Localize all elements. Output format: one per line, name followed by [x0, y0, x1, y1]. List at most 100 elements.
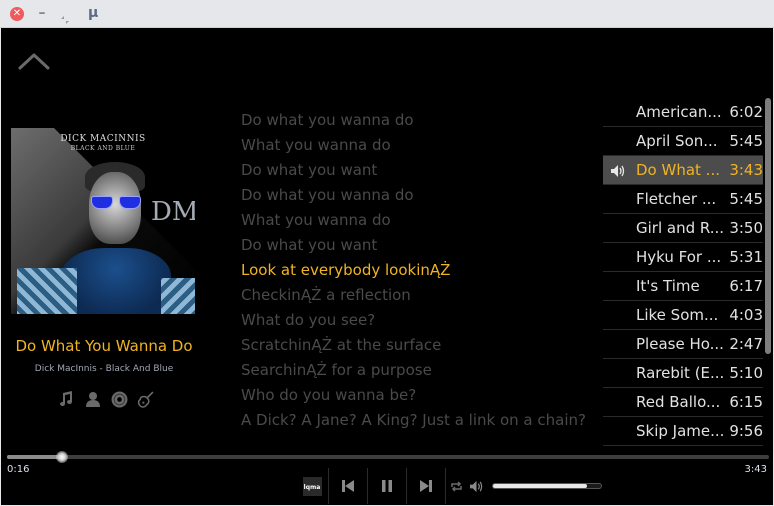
- track-duration: 9:56: [729, 422, 763, 440]
- playlist-item[interactable]: Girl and R... 3:50: [603, 214, 763, 243]
- playlist-item[interactable]: April Son... 5:45: [603, 127, 763, 156]
- lyric-line-current: Look at everybody lookinĄŻ: [241, 261, 451, 279]
- volume-slider[interactable]: [492, 483, 602, 489]
- playlist-item[interactable]: Rarebit (E... 5:10: [603, 359, 763, 388]
- playlist-scrollbar[interactable]: [765, 98, 771, 354]
- previous-button[interactable]: [329, 468, 367, 504]
- pause-button[interactable]: [368, 468, 406, 504]
- collapse-up-icon[interactable]: [17, 50, 51, 72]
- lyric-line: Do what you wanna do: [241, 186, 414, 204]
- lyric-line: What do you see?: [241, 311, 376, 329]
- track-title: Like Som...: [636, 306, 719, 324]
- volume-icon: [469, 480, 482, 492]
- track-title: It's Time: [636, 277, 700, 295]
- track-title: American...: [636, 103, 722, 121]
- album-cover[interactable]: DM DICK MACINNIS BLACK AND BLUE: [11, 128, 195, 314]
- cover-logo: DM: [151, 197, 195, 227]
- track-title: Hyku For ...: [636, 248, 722, 266]
- guitar-icon: [138, 390, 155, 408]
- total-time: 3:43: [744, 464, 767, 475]
- music-player: DM DICK MACINNIS BLACK AND BLUE Do What …: [1, 28, 773, 505]
- track-duration: 2:47: [729, 335, 763, 353]
- playlist-item[interactable]: Like Som... 4:03: [603, 301, 763, 330]
- now-playing-artist-album: Dick MacInnis - Black And Blue: [34, 364, 174, 374]
- track-title: April Son...: [636, 132, 718, 150]
- lyric-line: SearchinĄŻ for a purpose: [241, 361, 432, 379]
- next-icon: [420, 480, 432, 492]
- artist-icon: [85, 392, 100, 407]
- artist-button[interactable]: [83, 389, 103, 409]
- playlist-item[interactable]: American... 6:02: [603, 98, 763, 127]
- close-icon: ✕: [12, 8, 22, 19]
- track-duration: 4:03: [729, 306, 763, 324]
- track-duration: 5:31: [729, 248, 763, 266]
- album-button[interactable]: [109, 389, 129, 409]
- seek-handle[interactable]: [55, 451, 68, 463]
- track-duration: 6:02: [729, 103, 763, 121]
- volume-level: [493, 484, 587, 488]
- playlist-item[interactable]: It's Time 6:17: [603, 272, 763, 301]
- speaker-icon: [611, 165, 625, 177]
- maximize-button[interactable]: [61, 9, 69, 24]
- track-duration: 6:15: [729, 393, 763, 411]
- window-titlebar: ✕ – μ: [0, 0, 774, 28]
- info-icons: [56, 388, 156, 410]
- lyric-line: And when you think this thinking drives …: [241, 433, 601, 438]
- minimize-icon: –: [38, 5, 46, 21]
- track-title: Girl and R...: [636, 219, 725, 237]
- track-duration: 3:50: [729, 219, 763, 237]
- lyric-line: Who do you wanna be?: [241, 386, 417, 404]
- seek-bar[interactable]: [7, 451, 769, 463]
- lyric-line: CheckinĄŻ a reflection: [241, 286, 411, 304]
- playlist-item[interactable]: Skip Jame... 9:56: [603, 417, 763, 446]
- album-disc-icon: [111, 391, 128, 407]
- track-duration: 5:45: [729, 132, 763, 150]
- seek-progress: [7, 455, 62, 459]
- track-title: Skip Jame...: [636, 422, 725, 440]
- lyric-line: What you wanna do: [241, 211, 391, 229]
- cover-album-text: BLACK AND BLUE: [70, 145, 136, 152]
- elapsed-time: 0:16: [7, 464, 30, 475]
- track-duration: 6:17: [729, 277, 763, 295]
- now-playing-title: Do What You Wanna Do: [15, 337, 193, 355]
- playlist-item[interactable]: Fletcher ... 5:45: [603, 185, 763, 214]
- window-title: μ: [88, 5, 99, 21]
- playlist: American... 6:02 April Son... 5:45 Do What…: [603, 98, 763, 448]
- pause-icon: [382, 480, 392, 492]
- lyric-line: ScratchinĄŻ at the surface: [241, 336, 442, 354]
- playlist-item[interactable]: Please Ho... 2:47: [603, 330, 763, 359]
- cover-artist-text: DICK MACINNIS: [60, 134, 146, 144]
- app-logo: lqma: [302, 476, 322, 496]
- lyric-line: Do what you want: [241, 236, 378, 254]
- lyric-line: What you wanna do: [241, 136, 391, 154]
- guitar-button[interactable]: [136, 389, 156, 409]
- cover-glasses: [89, 196, 143, 210]
- lyric-line: Do what you want: [241, 161, 378, 179]
- maximize-icon: [61, 16, 69, 24]
- close-button[interactable]: ✕: [10, 7, 24, 21]
- repeat-icon: [450, 480, 462, 492]
- track-title: Fletcher ...: [636, 190, 717, 208]
- music-note-button[interactable]: [56, 389, 76, 409]
- next-button[interactable]: [407, 468, 445, 504]
- repeat-button[interactable]: [446, 468, 466, 504]
- lyric-line: A Dick? A Jane? A King? Just a link on a…: [241, 411, 586, 429]
- track-duration: 5:10: [729, 364, 763, 382]
- playback-controls: lqma: [296, 468, 602, 504]
- minimize-button[interactable]: –: [37, 6, 47, 20]
- music-note-icon: [60, 391, 72, 406]
- previous-icon: [342, 480, 354, 492]
- playlist-item-playing[interactable]: Do What ... 3:43: [603, 156, 763, 185]
- lyrics-panel[interactable]: Do what you wanna do What you wanna do D…: [241, 108, 601, 438]
- playlist-item[interactable]: Red Ballo... 6:15: [603, 388, 763, 417]
- playlist-item[interactable]: Hyku For ... 5:31: [603, 243, 763, 272]
- track-duration: 3:43: [729, 161, 763, 179]
- track-duration: 5:45: [729, 190, 763, 208]
- track-title: Red Ballo...: [636, 393, 721, 411]
- lyric-line: Do what you wanna do: [241, 111, 414, 129]
- track-title: Please Ho...: [636, 335, 724, 353]
- volume-button[interactable]: [466, 468, 486, 504]
- track-title: Rarebit (E...: [636, 364, 725, 382]
- track-title: Do What ...: [636, 161, 720, 179]
- app-logo-button[interactable]: lqma: [296, 468, 328, 504]
